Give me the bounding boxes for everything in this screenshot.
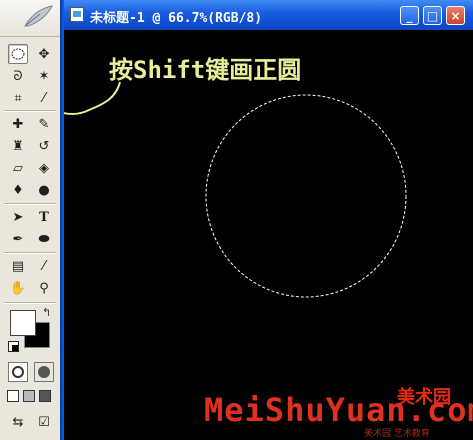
magic-wand-tool[interactable]: ✶ [34, 66, 54, 86]
toolbox-panel: ✥ ᘐ ✶ ⌗ ⁄ ✚ ✎ ♜ ↺ ▱ ◈ ♦ ● ➤ T ✒ ⬬ ▤ ⁄ ✋ … [0, 0, 62, 440]
path-selection-tool[interactable]: ➤ [8, 207, 28, 227]
pen-nib-icon: ✒ [12, 231, 24, 247]
paint-bucket-icon: ◈ [39, 160, 49, 176]
blur-tool[interactable]: ♦ [8, 180, 28, 200]
canvas-overlay [64, 81, 407, 298]
notes-icon: ▤ [11, 258, 25, 274]
move-icon: ✥ [38, 46, 50, 62]
blur-drop-icon: ♦ [12, 182, 24, 198]
foreground-color-swatch[interactable] [10, 310, 36, 336]
brush-tool[interactable]: ✎ [34, 114, 54, 134]
lasso-icon: ᘐ [13, 68, 23, 84]
toolbox-separator [4, 203, 56, 205]
type-tool[interactable]: T [34, 207, 54, 227]
move-tool[interactable]: ✥ [34, 44, 54, 64]
quick-mask-mode-button[interactable] [34, 362, 54, 382]
type-t-icon: T [39, 209, 49, 225]
photoshop-feather-icon [24, 5, 53, 27]
ellipse-shape-tool[interactable]: ⬬ [34, 229, 54, 249]
toolbox-separator [4, 110, 56, 112]
screen-mode-icon [23, 390, 35, 402]
image-canvas[interactable]: 按Shift键画正圆 美术园 MeiShuYuan.com 美术园 艺术教育 [64, 30, 473, 440]
swap-colors-icon[interactable]: ↰ [42, 306, 51, 319]
healing-brush-tool[interactable]: ✚ [8, 114, 28, 134]
dodge-icon: ● [38, 182, 50, 198]
full-screen-mode[interactable] [38, 388, 52, 404]
hand-icon: ✋ [9, 280, 27, 296]
toolbox-separator [4, 302, 56, 304]
eraser-icon: ▱ [13, 160, 23, 176]
paint-bucket-tool[interactable]: ◈ [34, 158, 54, 178]
document-icon [70, 7, 84, 22]
zoom-tool[interactable]: ⚲ [34, 278, 54, 298]
crop-icon: ⌗ [14, 90, 22, 106]
close-button[interactable]: × [446, 6, 465, 25]
minimize-button[interactable]: _ [400, 6, 419, 25]
pen-tool[interactable]: ✒ [8, 229, 28, 249]
slice-icon: ⁄ [42, 90, 46, 106]
brush-icon: ✎ [38, 116, 50, 132]
circle-selection-marquee [205, 94, 407, 298]
maximize-button[interactable]: □ [423, 6, 442, 25]
edit-in-imageready-icon: ☑ [38, 414, 50, 430]
lasso-tool[interactable]: ᘐ [8, 66, 28, 86]
eyedropper-icon: ⁄ [42, 258, 46, 274]
watermark-small-text: 美术园 艺术教育 [364, 429, 430, 439]
magnifier-icon: ⚲ [39, 280, 49, 296]
quick-mask-icon [38, 366, 50, 378]
eyedropper-tool[interactable]: ⁄ [34, 256, 54, 276]
slice-tool[interactable]: ⁄ [34, 88, 54, 108]
jump-to-imageready-button[interactable]: ⇆ [8, 412, 28, 432]
default-colors-icon[interactable] [8, 341, 19, 352]
elliptical-marquee-tool[interactable] [8, 44, 28, 64]
imageready-icon: ⇆ [12, 414, 24, 430]
dodge-tool[interactable]: ● [34, 180, 54, 200]
history-brush-tool[interactable]: ↺ [34, 136, 54, 156]
hand-tool[interactable]: ✋ [8, 278, 28, 298]
notes-tool[interactable]: ▤ [8, 256, 28, 276]
standard-screen-mode[interactable] [6, 388, 20, 404]
toolbox-separator [4, 252, 56, 254]
stamp-icon: ♜ [12, 138, 24, 154]
watermark-logo-text: MeiShuYuan.com [204, 391, 473, 429]
toolbox-header [0, 0, 60, 37]
ellipse-shape-icon: ⬬ [38, 231, 50, 247]
annotation-pointer-line [64, 81, 121, 115]
magic-wand-icon: ✶ [38, 68, 50, 84]
ellipse-marquee-icon [11, 48, 25, 60]
screen-mode-icon [39, 390, 51, 402]
history-brush-icon: ↺ [38, 138, 50, 154]
screen-mode-icon [7, 390, 19, 402]
document-titlebar[interactable]: 未标题-1 @ 66.7%(RGB/8) _ □ × [64, 0, 473, 30]
document-title: 未标题-1 @ 66.7%(RGB/8) [90, 11, 263, 26]
standard-mode-button[interactable] [8, 362, 28, 382]
imageready-edit-button[interactable]: ☑ [34, 412, 54, 432]
standard-mode-icon [12, 366, 24, 378]
document-window: 未标题-1 @ 66.7%(RGB/8) _ □ × 按Shift键画正圆 美术… [64, 0, 473, 440]
crop-tool[interactable]: ⌗ [8, 88, 28, 108]
bandage-icon: ✚ [12, 116, 24, 132]
full-screen-menu-mode[interactable] [22, 388, 36, 404]
clone-stamp-tool[interactable]: ♜ [8, 136, 28, 156]
eraser-tool[interactable]: ▱ [8, 158, 28, 178]
canvas-annotation: 按Shift键画正圆 [109, 56, 302, 84]
arrow-cursor-icon: ➤ [12, 209, 24, 225]
